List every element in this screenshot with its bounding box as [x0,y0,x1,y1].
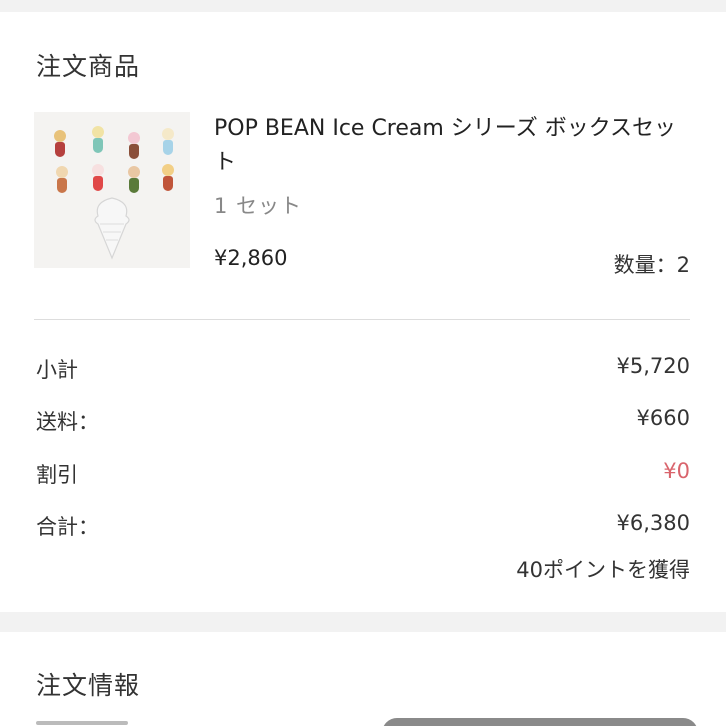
order-info-card: 注文情報 [0,632,726,726]
ice-cream-cone-icon [94,197,130,260]
order-items-card: 注文商品 POP BEAN Ice Cream シリーズ ボックスセット 1 セ… [0,12,726,612]
total-row: 合計： ¥6,380 [36,511,690,541]
figure-icon [54,166,70,196]
product-price: ¥2,860 [214,246,288,270]
figure-icon [52,130,68,160]
figure-icon [160,128,176,158]
points-earned: 40ポイントを獲得 [516,558,690,582]
shipping-label: 送料： [36,410,99,434]
figure-icon [126,166,142,196]
figure-icon [160,164,176,194]
product-variant: 1 セット [214,194,303,218]
cutoff-field-label [36,716,128,726]
total-label: 合計： [36,515,99,539]
discount-row: 割引 ¥0 [36,459,690,489]
discount-label: 割引 [36,463,78,487]
product-name[interactable]: POP BEAN Ice Cream シリーズ ボックスセット [214,112,694,180]
divider [34,319,690,320]
discount-value: ¥0 [663,459,690,483]
subtotal-value: ¥5,720 [616,354,690,378]
total-value: ¥6,380 [616,511,690,535]
shipping-value: ¥660 [636,406,690,430]
bottom-action-button[interactable] [382,718,698,726]
figure-icon [90,126,106,156]
product-quantity: 数量：2 [613,253,690,277]
figure-icon [126,132,142,162]
order-confirmation-page: 注文商品 POP BEAN Ice Cream シリーズ ボックスセット 1 セ… [0,0,726,726]
shipping-row: 送料： ¥660 [36,406,690,436]
subtotal-label: 小計 [36,358,78,382]
product-thumbnail[interactable] [34,112,190,268]
order-info-title: 注文情報 [36,671,141,700]
subtotal-row: 小計 ¥5,720 [36,354,690,384]
order-items-title: 注文商品 [36,52,141,81]
figure-icon [90,164,106,194]
